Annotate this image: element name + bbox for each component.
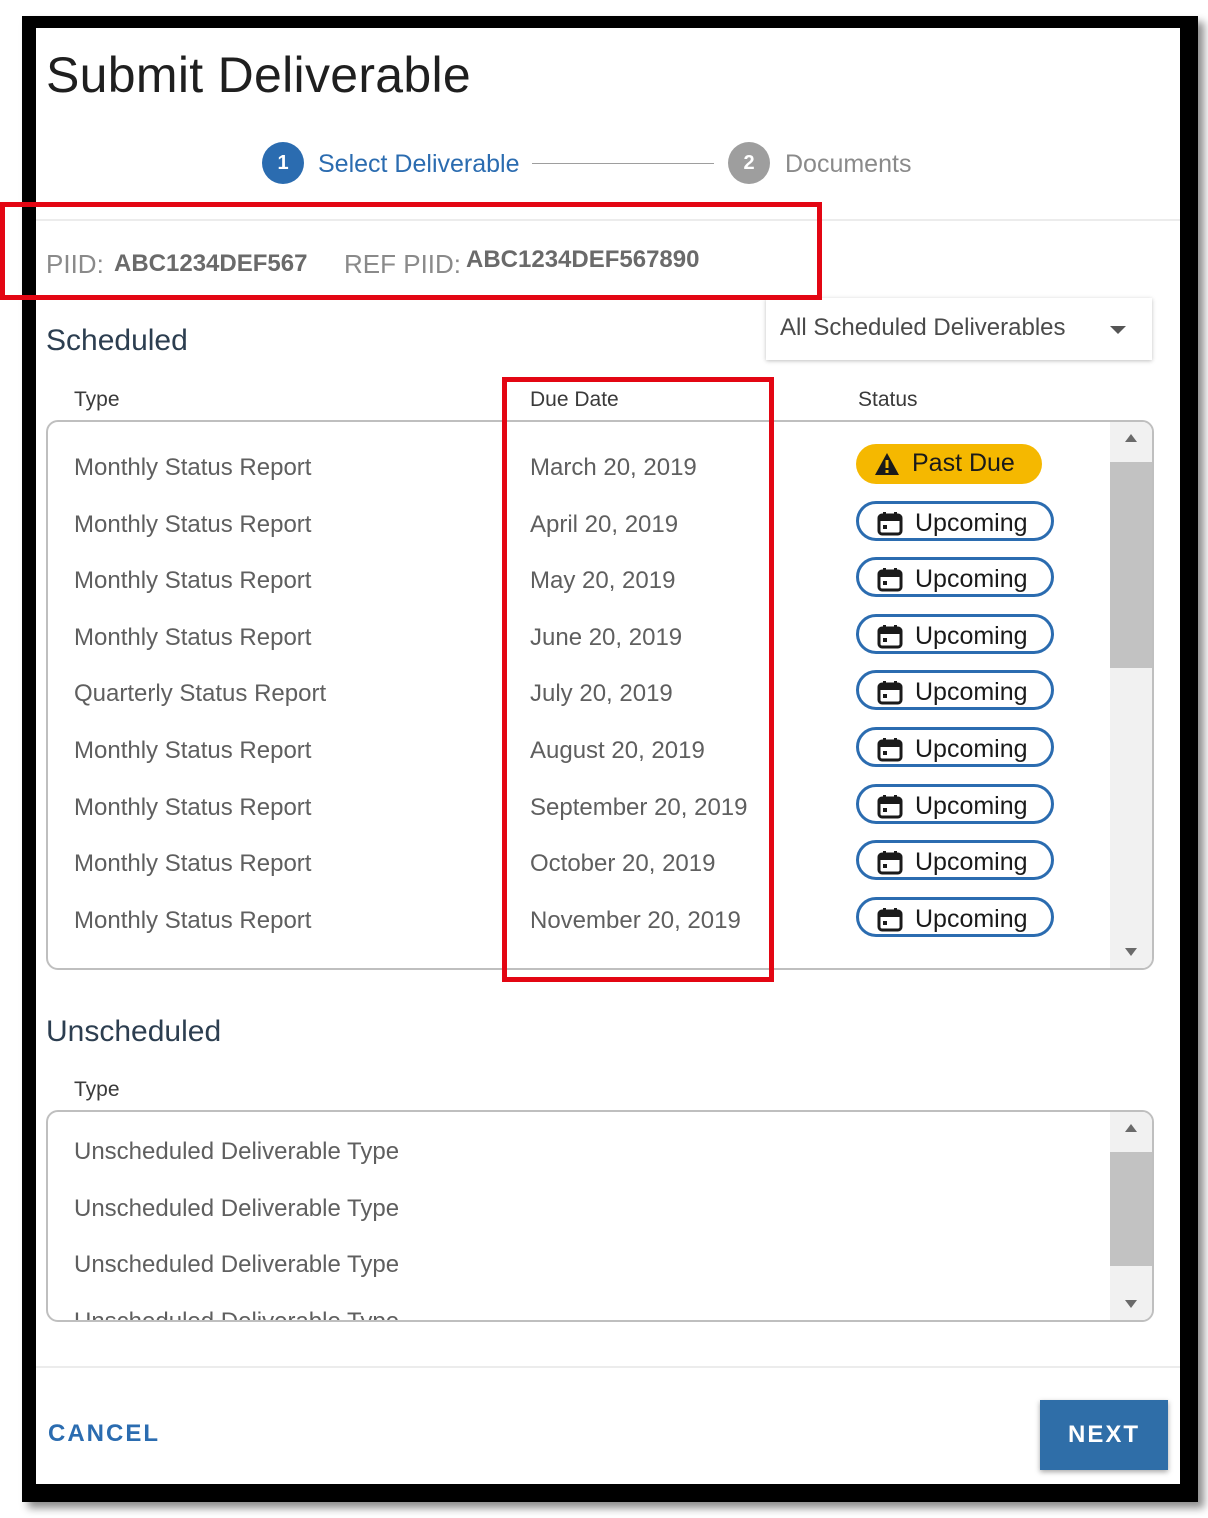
scroll-down-icon[interactable] bbox=[1125, 948, 1137, 956]
scrollbar-thumb[interactable] bbox=[1110, 1152, 1152, 1266]
chevron-down-icon bbox=[1110, 326, 1126, 334]
stepper: 1 Select Deliverable 2 Documents bbox=[36, 136, 1180, 192]
status-badge: Upcoming bbox=[856, 613, 1054, 654]
column-header-due-date: Due Date bbox=[530, 388, 619, 411]
column-header-type: Type bbox=[74, 388, 120, 411]
ref-piid-label: REF PIID: bbox=[344, 249, 462, 279]
status-text: Upcoming bbox=[915, 735, 1028, 763]
filter-selected-value: All Scheduled Deliverables bbox=[780, 314, 1066, 341]
unscheduled-scrollbar[interactable] bbox=[1110, 1112, 1152, 1320]
row-due-date: July 20, 2019 bbox=[530, 680, 673, 708]
scheduled-list[interactable]: Monthly Status Report March 20, 2019 Past … bbox=[46, 420, 1154, 970]
table-row[interactable]: Monthly Status Report September 20, 2019 U… bbox=[48, 780, 1108, 836]
row-type: Quarterly Status Report bbox=[74, 680, 327, 708]
status-text: Upcoming bbox=[915, 565, 1028, 594]
status-badge: Past Due bbox=[856, 444, 1042, 484]
submit-deliverable-dialog: Submit Deliverable 1 Select Deliverable … bbox=[36, 28, 1180, 1484]
scheduled-filter-select[interactable]: All Scheduled Deliverables bbox=[766, 298, 1152, 360]
scroll-down-icon[interactable] bbox=[1125, 1300, 1137, 1308]
row-type: Monthly Status Report bbox=[74, 623, 312, 651]
list-item[interactable]: Unscheduled Deliverable Type bbox=[74, 1195, 399, 1223]
row-type: Monthly Status Report bbox=[74, 850, 312, 878]
table-row[interactable]: Monthly Status Report June 20, 2019 Upcomi… bbox=[48, 610, 1108, 666]
calendar-icon bbox=[877, 738, 903, 762]
row-due-date: October 20, 2019 bbox=[530, 850, 716, 878]
next-button[interactable]: NEXT bbox=[1040, 1400, 1168, 1470]
calendar-icon bbox=[877, 624, 903, 649]
row-due-date: April 20, 2019 bbox=[530, 510, 679, 538]
table-row[interactable]: Monthly Status Report August 20, 2019 Upco… bbox=[48, 723, 1108, 779]
table-row[interactable]: Monthly Status Report April 20, 2019 Upcom… bbox=[48, 497, 1108, 553]
divider bbox=[36, 1366, 1180, 1368]
status-badge: Upcoming bbox=[856, 670, 1054, 711]
row-due-date: September 20, 2019 bbox=[530, 793, 748, 821]
status-text: Upcoming bbox=[915, 848, 1028, 877]
calendar-icon bbox=[877, 907, 903, 932]
status-text: Upcoming bbox=[915, 678, 1028, 707]
step-2-label[interactable]: Documents bbox=[785, 150, 911, 179]
calendar-icon bbox=[877, 851, 903, 875]
list-item[interactable]: Unscheduled Deliverable Type bbox=[74, 1308, 399, 1320]
row-type: Monthly Status Report bbox=[74, 567, 312, 595]
step-1-indicator[interactable]: 1 bbox=[262, 142, 304, 184]
unscheduled-column-header-type: Type bbox=[74, 1078, 120, 1101]
step-2-indicator[interactable]: 2 bbox=[728, 142, 770, 184]
step-1-label[interactable]: Select Deliverable bbox=[318, 150, 520, 179]
table-row[interactable]: Monthly Status Report November 20, 2019 Up… bbox=[48, 893, 1108, 949]
status-text: Upcoming bbox=[915, 508, 1028, 537]
column-header-status: Status bbox=[858, 388, 918, 411]
divider bbox=[36, 219, 1180, 221]
scroll-up-icon[interactable] bbox=[1125, 434, 1137, 442]
row-due-date: June 20, 2019 bbox=[530, 623, 683, 651]
scheduled-heading: Scheduled bbox=[46, 324, 188, 357]
table-row[interactable]: Quarterly Status Report July 20, 2019 Upco… bbox=[48, 666, 1108, 722]
dialog-title: Submit Deliverable bbox=[46, 47, 472, 103]
calendar-icon bbox=[877, 568, 903, 592]
calendar-icon bbox=[877, 681, 903, 705]
row-type: Monthly Status Report bbox=[74, 454, 312, 481]
status-badge: Upcoming bbox=[856, 500, 1054, 541]
status-badge: Upcoming bbox=[856, 783, 1054, 824]
row-due-date: March 20, 2019 bbox=[530, 454, 697, 481]
scheduled-scrollbar[interactable] bbox=[1110, 422, 1152, 968]
row-due-date: August 20, 2019 bbox=[530, 737, 705, 764]
status-badge: Upcoming bbox=[856, 557, 1054, 598]
status-text: Upcoming bbox=[915, 621, 1028, 650]
row-due-date: May 20, 2019 bbox=[530, 567, 676, 595]
status-badge: Upcoming bbox=[856, 840, 1054, 881]
calendar-icon bbox=[877, 794, 903, 819]
unscheduled-heading: Unscheduled bbox=[46, 1015, 222, 1048]
calendar-icon bbox=[877, 511, 903, 536]
unscheduled-list[interactable]: Unscheduled Deliverable Type Unscheduled … bbox=[46, 1110, 1154, 1322]
cancel-button[interactable]: CANCEL bbox=[48, 1420, 160, 1448]
row-type: Monthly Status Report bbox=[74, 793, 312, 821]
scroll-up-icon[interactable] bbox=[1125, 1124, 1137, 1132]
row-type: Monthly Status Report bbox=[74, 737, 312, 764]
status-text: Past Due bbox=[912, 449, 1015, 477]
row-due-date: November 20, 2019 bbox=[530, 906, 741, 934]
table-row[interactable]: Monthly Status Report March 20, 2019 Past … bbox=[48, 440, 1108, 496]
list-item[interactable]: Unscheduled Deliverable Type bbox=[74, 1138, 399, 1166]
status-badge: Upcoming bbox=[856, 896, 1054, 937]
status-text: Upcoming bbox=[915, 791, 1028, 820]
row-type: Monthly Status Report bbox=[74, 906, 312, 934]
piid-label: PIID: bbox=[46, 249, 104, 279]
ref-piid-value: ABC1234DEF567890 bbox=[466, 246, 700, 273]
scrollbar-thumb[interactable] bbox=[1110, 462, 1152, 668]
row-type: Monthly Status Report bbox=[74, 510, 312, 538]
table-row[interactable]: Monthly Status Report May 20, 2019 Upcomin… bbox=[48, 553, 1108, 609]
stepper-connector bbox=[532, 163, 714, 164]
piid-value: ABC1234DEF567 bbox=[114, 250, 308, 277]
warning-icon bbox=[874, 452, 900, 476]
table-row[interactable]: Monthly Status Report October 20, 2019 Upc… bbox=[48, 836, 1108, 892]
list-item[interactable]: Unscheduled Deliverable Type bbox=[74, 1251, 399, 1279]
status-text: Upcoming bbox=[915, 904, 1028, 933]
status-badge: Upcoming bbox=[856, 727, 1054, 767]
